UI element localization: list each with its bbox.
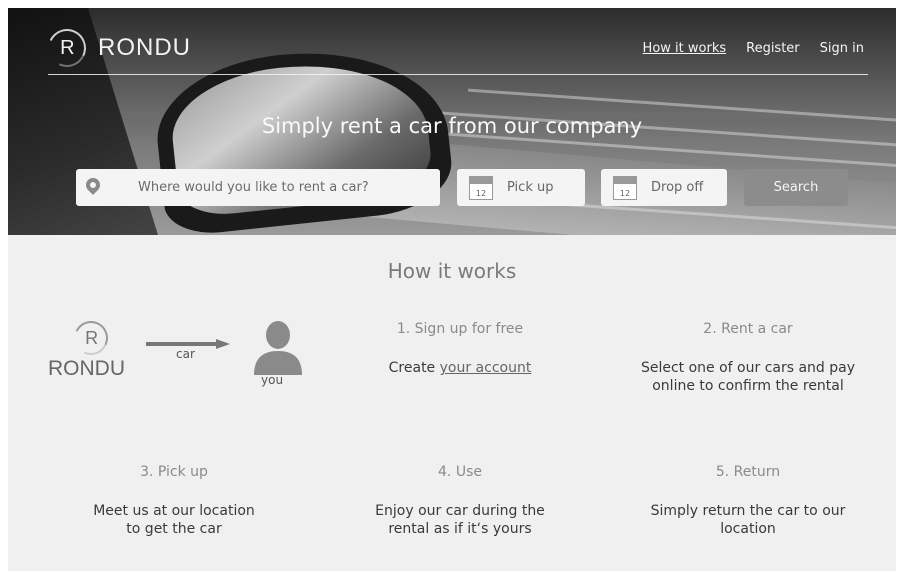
search-button[interactable]: Search [744,169,848,206]
step-description-line: to get the car [126,521,222,537]
brand-logo-icon: R [42,23,92,73]
step-description-line: online to confirm the rental [652,378,844,394]
map-pin-icon [83,175,103,195]
calendar-icon: 12 [469,175,493,200]
brand-logo-letter: R [59,36,75,59]
user-icon [254,321,302,375]
step-rent: 2. Rent a car Select one of our cars and… [618,321,878,395]
nav-sign-in[interactable]: Sign in [820,41,864,56]
step-title: 5. Return [715,464,781,480]
calendar-icon-day: 12 [619,188,631,198]
step-description: Meet us at our location to get the car [44,502,304,538]
brand-logo-icon: R [69,316,113,360]
brand-name: RONDU [98,34,191,61]
how-it-works-section: How it works R RONDU car you 1. Sign up … [8,235,896,571]
location-search [76,169,450,206]
step-description: Enjoy our car during the rental as if it… [330,502,590,538]
illustration-brand-name: RONDU [48,357,125,380]
step-description: Select one of our cars and pay online to… [618,359,878,395]
illustration-car-label: car [176,347,195,361]
step-description-text: Create [388,360,440,376]
pickup-label: Pick up [507,180,554,195]
location-search-input[interactable] [126,169,450,206]
step-description-line: Enjoy our car during the [375,503,545,519]
step-description: Create your account [330,359,590,377]
step-sign-up: 1. Sign up for free Create your account [330,321,590,377]
illustration-you-label: you [261,373,284,387]
step-description-line: Meet us at our location [93,503,255,519]
top-nav: How it works Register Sign in [643,41,864,56]
brand-logo-letter: R [84,327,98,348]
step-pick-up: 3. Pick up Meet us at our location to ge… [44,464,304,538]
step-return: 5. Return Simply return the car to our l… [618,464,878,538]
brand-logo[interactable]: R RONDU [42,23,191,73]
step-title: 4. Use [438,464,482,480]
step-title: 2. Rent a car [703,321,793,337]
nav-register[interactable]: Register [746,41,800,56]
step-description-line: Simply return the car to our [650,503,846,519]
step-description-line: Select one of our cars and pay [640,360,856,376]
hero-headline: Simply rent a car from our company [261,114,643,138]
dropoff-label: Drop off [651,180,704,195]
step-description-line: rental as if it‘s yours [388,521,532,537]
step-description: Simply return the car to our location [618,502,878,538]
step-title: 3. Pick up [140,464,208,480]
pickup-date-button[interactable]: 12 Pick up [457,169,585,206]
rental-illustration: R RONDU car you [48,316,308,391]
calendar-icon: 12 [613,175,637,200]
header-divider [48,74,868,75]
your-account-link[interactable]: your account [440,360,532,376]
nav-how-it-works[interactable]: How it works [643,41,727,56]
step-title: 1. Sign up for free [396,321,524,337]
step-description-line: location [720,521,776,537]
step-use: 4. Use Enjoy our car during the rental a… [330,464,590,538]
section-title: How it works [387,259,517,283]
dropoff-date-button[interactable]: 12 Drop off [601,169,727,206]
calendar-icon-day: 12 [475,188,487,198]
